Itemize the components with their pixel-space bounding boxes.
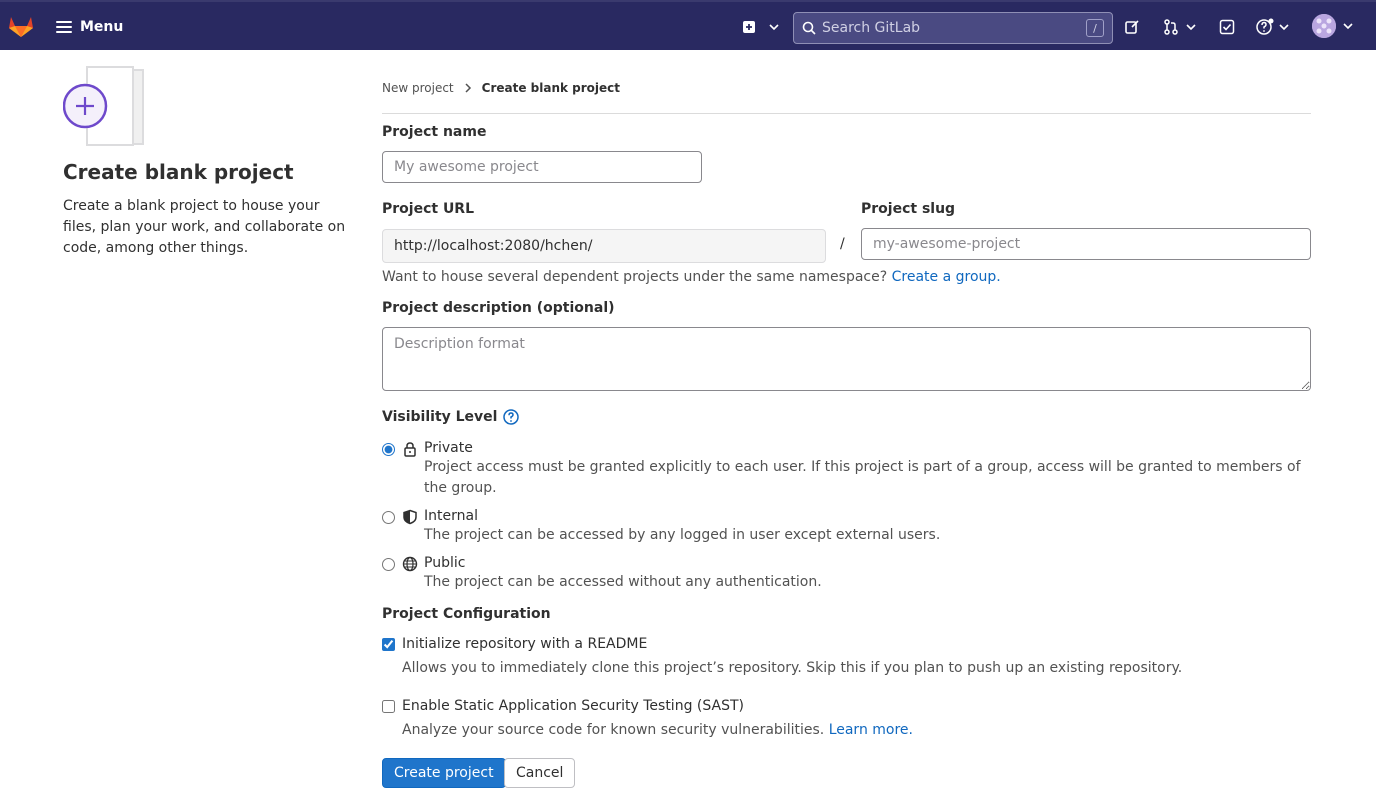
visibility-public-desc: The project can be accessed without any … [424, 574, 822, 590]
menu-button[interactable]: Menu [52, 14, 127, 40]
visibility-internal-text: Internal The project can be accessed by … [424, 507, 1304, 546]
visibility-private-text: Private Project access must be granted e… [424, 439, 1304, 499]
visibility-internal-title: Internal [424, 508, 478, 524]
menu-label: Menu [80, 19, 124, 35]
issues-icon [1125, 20, 1139, 34]
cancel-button[interactable]: Cancel [504, 758, 576, 788]
todo-check-icon [1219, 19, 1235, 35]
search-icon [802, 21, 816, 35]
todos-button[interactable] [1219, 16, 1235, 38]
breadcrumb: New project Create blank project [382, 81, 620, 95]
sast-label: Enable Static Application Security Testi… [402, 698, 744, 714]
search-box[interactable]: / [793, 12, 1113, 44]
chevron-right-icon [465, 83, 471, 93]
visibility-public-radio[interactable] [382, 558, 395, 571]
project-configuration-label: Project Configuration [382, 606, 551, 622]
create-group-link[interactable]: Create a group. [892, 269, 1001, 285]
readme-checkbox[interactable] [382, 637, 395, 651]
readme-label: Initialize repository with a README [402, 636, 648, 652]
top-navbar: Menu / [0, 0, 1376, 50]
project-description-textarea[interactable] [382, 327, 1311, 391]
left-panel-description: Create a blank project to house your fil… [63, 198, 346, 256]
left-panel-title: Create blank project [63, 160, 294, 184]
sast-option[interactable]: Enable Static Application Security Testi… [382, 698, 744, 714]
project-url-label: Project URL [382, 201, 475, 217]
visibility-option-public[interactable]: Public The project can be accessed witho… [382, 554, 1304, 593]
chevron-down-icon [1186, 24, 1196, 31]
new-item-dropdown[interactable] [742, 16, 780, 38]
issues-button[interactable] [1124, 16, 1140, 38]
project-url-namespace-select[interactable]: http://localhost:2080/hchen/ [382, 229, 826, 263]
help-dropdown[interactable] [1256, 16, 1290, 38]
globe-icon [402, 556, 418, 572]
create-project-button[interactable]: Create project [382, 758, 506, 788]
merge-request-icon [1164, 19, 1178, 35]
visibility-private-title: Private [424, 440, 473, 456]
blank-project-illustration-icon [63, 66, 144, 146]
visibility-internal-radio[interactable] [382, 511, 395, 524]
project-slug-input[interactable] [861, 228, 1311, 260]
breadcrumb-divider [382, 113, 1311, 114]
project-slug-label: Project slug [861, 201, 956, 217]
chevron-down-icon [1343, 23, 1353, 30]
visibility-internal-desc: The project can be accessed by any logge… [424, 527, 941, 543]
visibility-option-private[interactable]: Private Project access must be granted e… [382, 439, 1304, 499]
project-name-input[interactable] [382, 151, 702, 183]
sast-description: Analyze your source code for known secur… [402, 722, 913, 738]
readme-option[interactable]: Initialize repository with a README [382, 636, 647, 652]
breadcrumb-current: Create blank project [481, 81, 621, 95]
sast-learn-more-link[interactable]: Learn more. [829, 722, 913, 738]
visibility-public-text: Public The project can be accessed witho… [424, 554, 1304, 593]
hamburger-icon [56, 21, 72, 33]
plus-square-icon [743, 21, 755, 33]
help-question-icon[interactable] [503, 409, 520, 425]
url-separator: / [840, 236, 845, 252]
readme-description: Allows you to immediately clone this pro… [402, 660, 1183, 676]
chevron-down-icon [1279, 24, 1289, 31]
merge-requests-dropdown[interactable] [1163, 16, 1197, 38]
visibility-private-desc: Project access must be granted explicitl… [424, 459, 1301, 496]
breadcrumb-new-project[interactable]: New project [382, 81, 454, 95]
visibility-level-label: Visibility Level [382, 409, 520, 425]
sast-checkbox[interactable] [382, 699, 395, 713]
visibility-private-radio[interactable] [382, 443, 395, 456]
namespace-help-label: Want to house several dependent projects… [382, 269, 888, 285]
shield-icon [403, 509, 417, 525]
project-name-label: Project name [382, 124, 487, 140]
project-description-label: Project description (optional) [382, 300, 615, 316]
visibility-public-title: Public [424, 555, 466, 571]
visibility-level-text: Visibility Level [382, 409, 498, 425]
avatar-pattern-icon [1312, 14, 1336, 38]
chevron-down-icon [769, 24, 779, 31]
lock-icon [404, 442, 416, 457]
user-menu-dropdown[interactable] [1312, 14, 1354, 38]
search-shortcut-hint: / [1086, 19, 1104, 37]
search-input[interactable] [822, 20, 1086, 36]
namespace-help-text: Want to house several dependent projects… [382, 269, 1001, 285]
sast-description-text: Analyze your source code for known secur… [402, 722, 825, 738]
gitlab-logo-icon[interactable] [8, 14, 34, 38]
help-question-icon [1256, 18, 1274, 35]
avatar [1312, 14, 1336, 38]
visibility-option-internal[interactable]: Internal The project can be accessed by … [382, 507, 1304, 546]
